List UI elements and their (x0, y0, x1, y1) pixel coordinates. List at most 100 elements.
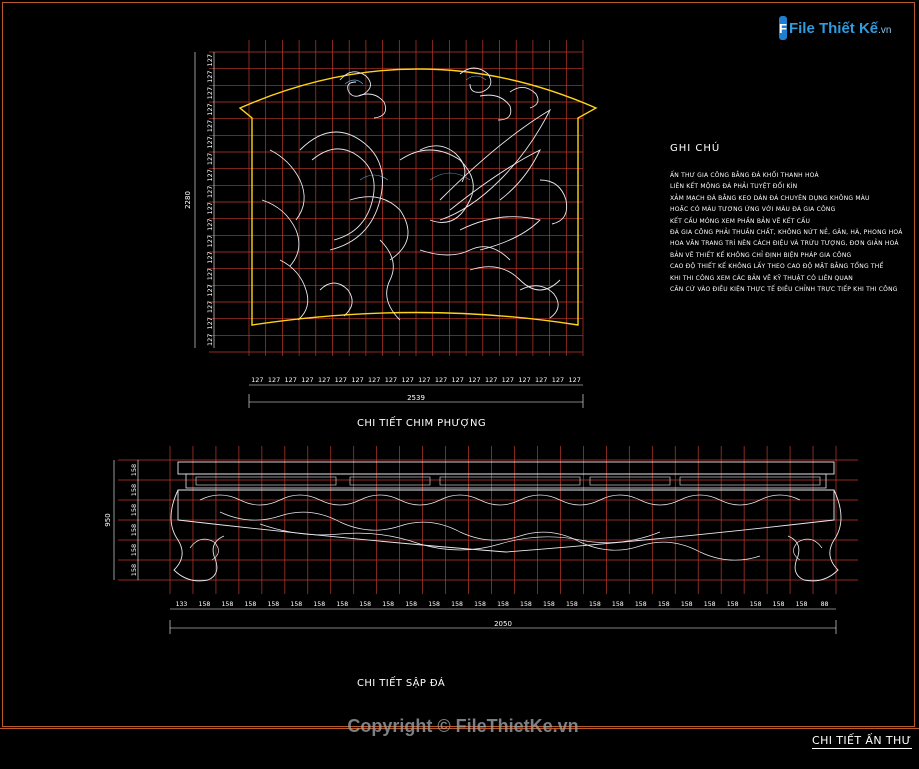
dim-label: 127 (285, 376, 297, 384)
logo-mark-icon: F (779, 16, 787, 40)
note-line: HOA VĂN TRANG TRÍ NÊN CÁCH ĐIỆU VÀ TRỪU … (670, 240, 899, 248)
dim-label: 127 (206, 317, 214, 329)
note-line: HOẶC CÓ MÀU TƯƠNG ỨNG VỚI MÀU ĐÁ GIA CÔN… (670, 206, 836, 214)
dim-label: 127 (206, 103, 214, 115)
note-line: XẢM MẠCH ĐÁ BẰNG KEO DÁN ĐÁ CHUYÊN DỤNG … (670, 194, 870, 202)
dim-label: 158 (658, 601, 670, 608)
dim-label: 127 (535, 376, 547, 384)
phoenix-carving (238, 67, 598, 326)
dim-label: 127 (206, 268, 214, 280)
dim-label: 127 (401, 376, 413, 384)
cad-drawing-canvas: 127 127 127 127 127 127 127 127 127 127 127 127 127 1… (104, 40, 858, 634)
notes-list: ẤN THƯ GIA CÔNG BẰNG ĐÁ KHỐI THANH HOÁ LI… (670, 170, 915, 295)
bed-frieze (185, 473, 827, 489)
dim-label: 133 (176, 601, 188, 608)
notes-panel: GHI CHÚ ẤN THƯ GIA CÔNG BẰNG ĐÁ KHỐI THA… (670, 143, 915, 295)
dim-label: 158 (359, 601, 371, 608)
logo-wordmark: File Thiết Kế.vn (789, 20, 892, 37)
dim-label: 127 (452, 376, 464, 384)
dim-label: 158 (543, 601, 555, 608)
dim-label: 127 (206, 235, 214, 247)
phoenix-grid (209, 40, 584, 356)
bed-top-slab (177, 461, 835, 475)
dim-label: 158 (130, 524, 138, 536)
dim-label: 158 (244, 601, 256, 608)
dim-label: 158 (796, 601, 808, 608)
dim-label: 158 (589, 601, 601, 608)
phoenix-caption: CHI TIẾT CHIM PHƯỢNG (357, 418, 487, 429)
dim-label: 127 (206, 186, 214, 198)
dim-label: 158 (428, 601, 440, 608)
logo-text: File Thiết Kế (788, 19, 879, 37)
dim-label: 127 (206, 301, 214, 313)
dim-label: 158 (267, 601, 279, 608)
dim-label: 158 (474, 601, 486, 608)
dim-label: 127 (552, 376, 564, 384)
dim-label: 127 (251, 376, 263, 384)
sheet-title: CHI TIẾT ẤN THƯ (812, 734, 912, 749)
dim-label: 158 (313, 601, 325, 608)
bed-right-leg (787, 489, 842, 582)
note-line: ẤN THƯ GIA CÔNG BẰNG ĐÁ KHỐI THANH HOÁ (670, 172, 819, 179)
dim-label: 127 (206, 87, 214, 99)
note-line: CAO ĐỘ THIẾT KẾ KHÔNG LẤY THEO CAO ĐỘ MẶ… (670, 263, 884, 271)
dim-label: 127 (335, 376, 347, 384)
dim-label: 127 (468, 376, 480, 384)
bed-caption: CHI TIẾT SẬP ĐÁ (357, 678, 446, 689)
dim-label: 127 (418, 376, 430, 384)
dim-label: 127 (206, 202, 214, 214)
dim-label: 127 (351, 376, 363, 384)
dim-label: 158 (497, 601, 509, 608)
dim-label: 158 (222, 601, 234, 608)
dim-label: 158 (727, 601, 739, 608)
dim-label: 158 (130, 544, 138, 556)
note-line: CĂN CỨ VÀO ĐIỀU KIỆN THỰC TẾ ĐIỀU CHỈNH … (670, 286, 898, 294)
filethietke-logo[interactable]: F File Thiết Kế.vn (779, 14, 891, 42)
copyright-watermark: Copyright © FileThietKe.vn (347, 716, 579, 736)
dim-label: 127 (502, 376, 514, 384)
logo-suffix: .vn (878, 24, 892, 36)
dim-label: 158 (130, 484, 138, 496)
note-line: ĐÁ GIA CÔNG PHẢI THUẦN CHẤT, KHÔNG NỨT N… (670, 229, 903, 237)
dim-label: 127 (268, 376, 280, 384)
dim-label: 158 (750, 601, 762, 608)
dim-label: 158 (405, 601, 417, 608)
dim-label: 127 (206, 334, 214, 346)
dim-label: 127 (206, 218, 214, 230)
dim-label: 127 (435, 376, 447, 384)
dim-label: 127 (485, 376, 497, 384)
dim-label: 127 (206, 54, 214, 66)
dim-label: 127 (518, 376, 530, 384)
dim-label: 127 (206, 169, 214, 181)
dim-label: 158 (199, 601, 211, 608)
dim-label: 127 (206, 120, 214, 132)
dim-label: 158 (704, 601, 716, 608)
dim-label: 127 (385, 376, 397, 384)
bed-grid (118, 446, 858, 594)
dim-total-width: 2539 (407, 394, 425, 402)
dim-label: 158 (130, 564, 138, 576)
dim-label: 158 (290, 601, 302, 608)
dim-label: 158 (612, 601, 624, 608)
dim-label: 127 (318, 376, 330, 384)
dim-label: 158 (520, 601, 532, 608)
dim-label: 127 (301, 376, 313, 384)
dim-label: 127 (568, 376, 580, 384)
dim-label: 158 (382, 601, 394, 608)
dim-label: 158 (130, 504, 138, 516)
dim-label: 127 (206, 70, 214, 82)
dim-label: 127 (206, 284, 214, 296)
phoenix-dimensions: 127 127 127 127 127 127 127 127 127 127 127 127 127 1… (184, 52, 584, 408)
notes-title: GHI CHÚ (670, 143, 721, 154)
note-line: BẢN VẼ THIẾT KẾ KHÔNG CHỈ ĐỊNH BIỆN PHÁP… (670, 251, 852, 259)
dim-total-height: 2280 (184, 191, 192, 209)
bed-apron (177, 489, 835, 553)
dim-label: 127 (206, 153, 214, 165)
note-line: KẾT CẤU MÓNG XEM PHẦN BẢN VẼ KẾT CẤU (670, 217, 811, 225)
dim-label: 127 (368, 376, 380, 384)
dim-label: 158 (635, 601, 647, 608)
dim-total-height: 950 (104, 513, 112, 526)
dim-label: 158 (130, 464, 138, 476)
dim-total-width: 2050 (494, 620, 512, 628)
note-line: LIÊN KẾT MỘNG ĐÁ PHẢI TUYỆT ĐỐI KÍN (670, 183, 798, 191)
